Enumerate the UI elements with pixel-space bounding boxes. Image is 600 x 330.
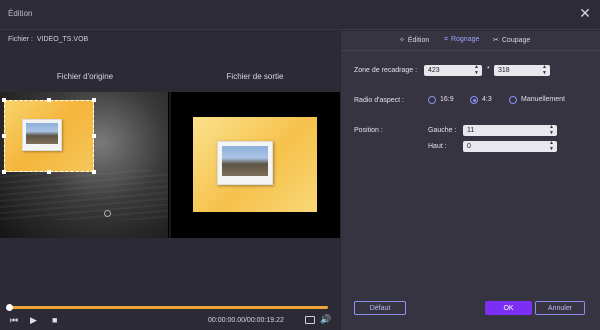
- crop-zone-label: Zone de recadrage :: [354, 67, 418, 74]
- original-video[interactable]: [0, 92, 168, 238]
- title-bar: Édition ✕: [0, 0, 600, 30]
- ok-button[interactable]: OK: [485, 301, 532, 315]
- output-video: [171, 92, 340, 238]
- stop-icon[interactable]: ■: [52, 315, 57, 325]
- crop-rectangle[interactable]: [4, 100, 94, 172]
- original-file-title: Fichier d'origine: [56, 72, 114, 81]
- top-label: Haut :: [428, 143, 447, 150]
- crop-handle-mr[interactable]: [92, 134, 96, 138]
- crop-handle-tr[interactable]: [92, 98, 96, 102]
- radio-4-3-label[interactable]: 4:3: [482, 96, 492, 103]
- size-separator: *: [487, 66, 490, 73]
- tab-coupage[interactable]: ✂ Coupage: [493, 36, 530, 44]
- tab-bar: ✧ Édition ⌗ Rognage ✂ Coupage: [341, 31, 600, 51]
- radio-manual[interactable]: [509, 96, 517, 104]
- cancel-button[interactable]: Annuler: [535, 301, 585, 315]
- tab-label: Coupage: [501, 37, 531, 44]
- spinner-arrows-icon[interactable]: ▲ ▼: [474, 64, 479, 76]
- crop-handle-br[interactable]: [92, 170, 96, 174]
- file-name: VIDEO_TS.VOB: [36, 36, 89, 43]
- video-preview-area: [0, 92, 340, 238]
- crop-handle-bl[interactable]: [2, 170, 6, 174]
- output-frame: [193, 117, 317, 212]
- radio-16-9[interactable]: [428, 96, 436, 104]
- crop-height-value: 318: [498, 67, 510, 74]
- top-offset-value: 0: [467, 143, 471, 150]
- file-info: Fichier : VIDEO_TS.VOB: [6, 36, 88, 43]
- close-icon[interactable]: ✕: [576, 4, 594, 22]
- aspect-ratio-label: Radio d'aspect :: [354, 97, 404, 104]
- scissors-icon: ✂: [493, 37, 499, 44]
- spinner-arrows-icon[interactable]: ▲ ▼: [549, 140, 554, 152]
- crop-icon: ⌗: [444, 36, 448, 43]
- position-label: Position :: [354, 127, 383, 134]
- crop-handle-ml[interactable]: [2, 134, 6, 138]
- spinner-arrows-icon[interactable]: ▲ ▼: [549, 124, 554, 136]
- crop-height-input[interactable]: 318 ▲ ▼: [494, 64, 550, 76]
- crop-handle-tl[interactable]: [2, 98, 6, 102]
- window-title: Édition: [8, 9, 33, 18]
- radio-16-9-label[interactable]: 16:9: [440, 96, 454, 103]
- play-icon[interactable]: ▶: [30, 315, 37, 326]
- top-offset-input[interactable]: 0 ▲ ▼: [463, 140, 557, 152]
- video-texture: [0, 170, 168, 220]
- center-target-icon: [104, 210, 111, 217]
- snapshot-icon[interactable]: [305, 316, 315, 324]
- default-button[interactable]: Défaut: [354, 301, 406, 315]
- timecode: 00:00:00.00/00:00:19.22: [208, 317, 284, 324]
- crop-width-value: 423: [428, 67, 440, 74]
- tab-label: Rognage: [450, 36, 480, 43]
- tab-edition[interactable]: ✧ Édition: [399, 36, 429, 44]
- left-offset-value: 11: [467, 127, 475, 134]
- crop-handle-bm[interactable]: [47, 170, 51, 174]
- left-offset-input[interactable]: 11 ▲ ▼: [463, 124, 557, 136]
- crop-width-input[interactable]: 423 ▲ ▼: [424, 64, 482, 76]
- photo-thumbnail: [217, 141, 273, 185]
- tab-label: Édition: [407, 37, 430, 44]
- file-label: Fichier :: [8, 36, 33, 43]
- playback-controls: ⏮ ▶ ■ 00:00:00.00/00:00:19.22 🔊: [0, 313, 340, 330]
- rewind-icon[interactable]: ⏮: [10, 315, 18, 326]
- progress-fill: [8, 306, 328, 309]
- photo-thumbnail: [22, 119, 62, 151]
- spinner-arrows-icon[interactable]: ▲ ▼: [542, 64, 547, 76]
- left-label: Gauche :: [428, 127, 457, 134]
- output-file-title: Fichier de sortie: [226, 72, 284, 81]
- progress-bar[interactable]: [6, 304, 328, 311]
- radio-4-3[interactable]: [470, 96, 478, 104]
- radio-manual-label[interactable]: Manuellement: [521, 96, 565, 103]
- crop-handle-tm[interactable]: [47, 98, 51, 102]
- progress-knob[interactable]: [6, 304, 13, 311]
- tab-rognage[interactable]: ⌗ Rognage: [444, 36, 479, 44]
- edit-sparkle-icon: ✧: [399, 37, 405, 44]
- volume-icon[interactable]: 🔊: [320, 314, 331, 325]
